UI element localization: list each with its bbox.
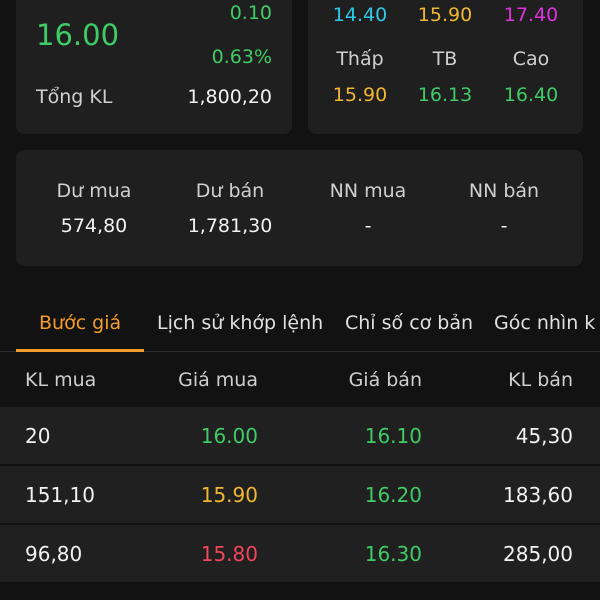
average-price: 16.13 [417,84,473,106]
high-label: Cao [512,48,550,70]
bid-volume: 96,80 [25,542,83,566]
bid-volume: 151,10 [25,483,95,507]
foreign-buy-value: - [364,215,372,237]
orderbook-row: 96,80 15.80 16.30 285,00 [0,525,600,583]
header-bid-volume: KL mua [25,369,97,391]
tab-price-steps[interactable]: Bước giá [39,312,121,334]
bid-surplus-label: Dư mua [56,180,132,202]
foreign-buy-label: NN mua [329,180,407,202]
orderbook-header: KL mua Giá mua Giá bán KL bán [0,352,600,407]
header-ask-price: Giá bán [348,369,422,391]
ceiling-price: 17.40 [503,4,559,26]
orderbook-row: 151,10 15.90 16.20 183,60 [0,466,600,524]
ask-surplus-value: 1,781,30 [187,215,273,237]
current-price: 16.00 [36,18,120,52]
low-label: Thấp [336,48,384,70]
ask-volume: 45,30 [515,424,573,448]
total-volume-value: 1,800,20 [187,86,272,108]
ask-volume: 183,60 [503,483,573,507]
total-volume-label: Tổng KL [36,86,113,108]
low-price: 15.90 [332,84,388,106]
bid-price: 15.90 [200,483,258,507]
ask-price: 16.10 [364,424,422,448]
average-label: TB [432,48,458,70]
ask-price: 16.30 [364,542,422,566]
header-bid-price: Giá mua [178,369,258,391]
price-change: 0.10 [229,2,272,24]
bid-surplus-value: 574,80 [60,215,128,237]
bid-volume: 20 [25,424,51,448]
ask-price: 16.20 [364,483,422,507]
foreign-sell-label: NN bán [468,180,540,202]
price-summary-card: 16.00 0.10 0.63% Tổng KL 1,800,20 [16,0,292,134]
header-ask-volume: KL bán [508,369,573,391]
tab-match-history[interactable]: Lịch sử khớp lệnh [157,312,323,334]
high-price: 16.40 [503,84,559,106]
orderbook-row: 20 16.00 16.10 45,30 [0,407,600,465]
price-change-percent: 0.63% [211,46,272,68]
ask-volume: 285,00 [503,542,573,566]
ask-surplus-label: Dư bán [195,180,265,202]
market-depth-card: Dư mua Dư bán NN mua NN bán 574,80 1,781… [16,150,583,266]
reference-price-card: 14.40 15.90 17.40 Thấp TB Cao 15.90 16.1… [308,0,583,134]
bid-price: 16.00 [200,424,258,448]
reference-price: 15.90 [417,4,473,26]
bid-price: 15.80 [200,542,258,566]
tab-fundamentals[interactable]: Chỉ số cơ bản [345,312,473,334]
tab-outlook[interactable]: Góc nhìn k [494,312,595,334]
floor-price: 14.40 [332,4,388,26]
foreign-sell-value: - [500,215,508,237]
detail-tabs: Bước giá Lịch sử khớp lệnh Chỉ số cơ bản… [0,296,600,352]
